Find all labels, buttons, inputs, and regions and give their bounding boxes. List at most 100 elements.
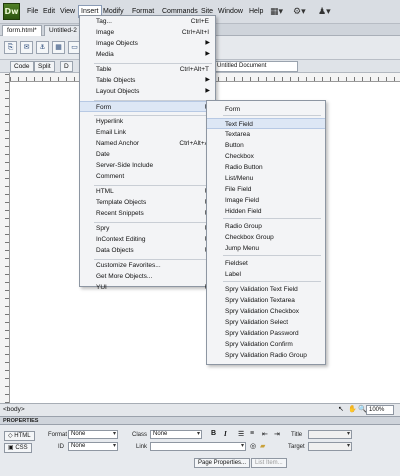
form-menu-item-button[interactable]: Button: [207, 140, 325, 151]
form-menu-item-file-field[interactable]: File Field: [207, 184, 325, 195]
document-title-input[interactable]: Untitled Document: [214, 61, 298, 72]
insert-menu-item-email-link[interactable]: Email Link: [80, 127, 215, 138]
insert-menu-item-layout-objects[interactable]: Layout Objects ▶: [80, 86, 215, 97]
insert-table-icon[interactable]: ▦: [52, 41, 65, 54]
form-menu-item-spry-validation-confirm[interactable]: Spry Validation Confirm: [207, 339, 325, 350]
insert-hyperlink-icon[interactable]: ⎘: [4, 41, 17, 54]
design-view-button[interactable]: D: [60, 61, 73, 72]
insert-menu-item-recent-snippets[interactable]: Recent Snippets▶: [80, 208, 215, 219]
form-menu-item-radio-button[interactable]: Radio Button: [207, 162, 325, 173]
layout-icon[interactable]: ▦▾: [270, 6, 283, 16]
tab-form-html[interactable]: form.html*: [2, 25, 42, 36]
menu-edit[interactable]: Edit: [43, 7, 55, 16]
insert-menu-item-yui[interactable]: YUI▶: [80, 282, 215, 293]
point-to-file-icon[interactable]: ◎: [250, 442, 256, 450]
ordered-list-icon[interactable]: ≡: [250, 430, 254, 437]
extend-icon[interactable]: ⚙▾: [293, 6, 306, 16]
form-menu-item-jump-menu[interactable]: Jump Menu: [207, 243, 325, 254]
class-select[interactable]: None: [150, 430, 202, 439]
insert-menu-item-server-side-include[interactable]: Server-Side Include: [80, 160, 215, 171]
code-view-button[interactable]: Code: [10, 61, 34, 72]
list-item-button[interactable]: List Item...: [251, 458, 287, 468]
menu-item-label: Named Anchor: [96, 140, 139, 147]
zoom-select[interactable]: 100%: [366, 405, 394, 415]
tab-untitled-2[interactable]: Untitled-2: [44, 25, 82, 36]
user-icon[interactable]: ♟▾: [318, 6, 331, 16]
browse-folder-icon[interactable]: ▰: [260, 442, 265, 450]
insert-menu-item-table[interactable]: Table Ctrl+Alt+T: [80, 64, 215, 75]
bold-button[interactable]: B: [211, 430, 216, 437]
insert-menu-item-table-objects[interactable]: Table Objects ▶: [80, 75, 215, 86]
menu-separator: [223, 115, 321, 116]
status-bar: <body> ↖ ✋ 🔍 100%: [0, 403, 400, 416]
menu-window[interactable]: Window: [218, 7, 243, 16]
app-logo: Dw: [3, 3, 20, 20]
id-label: ID: [58, 444, 64, 450]
form-menu-item-spry-validation-text-field[interactable]: Spry Validation Text Field: [207, 284, 325, 295]
form-menu-item-form[interactable]: Form: [207, 104, 325, 115]
link-input[interactable]: [150, 442, 246, 451]
form-menu-item-spry-validation-checkbox[interactable]: Spry Validation Checkbox: [207, 306, 325, 317]
html-mode-label: HTML: [14, 433, 31, 439]
menu-file[interactable]: File: [27, 7, 38, 16]
menu-item-label: Comment: [96, 173, 125, 180]
insert-menu-item-tag[interactable]: Tag... Ctrl+E: [80, 16, 215, 27]
insert-menu-item-incontext-editing[interactable]: InContext Editing▶: [80, 234, 215, 245]
insert-menu-item-data-objects[interactable]: Data Objects▶: [80, 245, 215, 256]
outdent-icon[interactable]: ⇤: [262, 430, 268, 438]
menu-item-label: Email Link: [96, 129, 126, 136]
form-menu-item-fieldset[interactable]: Fieldset: [207, 258, 325, 269]
title-input[interactable]: [308, 430, 352, 439]
target-select[interactable]: [308, 442, 352, 451]
form-menu-item-spry-validation-select[interactable]: Spry Validation Select: [207, 317, 325, 328]
insert-menu-item-named-anchor[interactable]: Named Anchor Ctrl+Alt+A: [80, 138, 215, 149]
page-properties-button[interactable]: Page Properties...: [194, 458, 251, 468]
properties-panel-title[interactable]: PROPERTIES: [0, 416, 400, 425]
unordered-list-icon[interactable]: ☰: [238, 430, 244, 438]
indent-icon[interactable]: ⇥: [274, 430, 280, 438]
submenu-arrow-icon: ▶: [205, 77, 210, 83]
form-menu-item-hidden-field[interactable]: Hidden Field: [207, 206, 325, 217]
form-menu-item-radio-group[interactable]: Radio Group: [207, 221, 325, 232]
submenu-arrow-icon: ▶: [205, 88, 210, 94]
hand-tool-icon[interactable]: ✋: [348, 405, 357, 413]
tag-selector[interactable]: <body>: [3, 406, 25, 413]
form-menu-item-spry-validation-password[interactable]: Spry Validation Password: [207, 328, 325, 339]
insert-email-icon[interactable]: ✉: [20, 41, 33, 54]
form-menu-item-checkbox-group[interactable]: Checkbox Group: [207, 232, 325, 243]
insert-menu-item-html[interactable]: HTML▶: [80, 186, 215, 197]
insert-menu-item-form[interactable]: Form▶: [80, 101, 215, 112]
select-tool-icon[interactable]: ↖: [338, 405, 344, 413]
insert-anchor-icon[interactable]: ⚓: [36, 41, 49, 54]
insert-menu-item-customize-favorites[interactable]: Customize Favorites...: [80, 260, 215, 271]
format-label: Format: [48, 432, 68, 438]
form-menu-item-spry-validation-radio-group[interactable]: Spry Validation Radio Group: [207, 350, 325, 361]
insert-menu-item-spry[interactable]: Spry▶: [80, 223, 215, 234]
form-menu-item-text-field[interactable]: Text Field: [207, 118, 325, 129]
form-menu-item-image-field[interactable]: Image Field: [207, 195, 325, 206]
insert-menu-item-template-objects[interactable]: Template Objects▶: [80, 197, 215, 208]
insert-menu-item-media[interactable]: Media ▶: [80, 49, 215, 60]
format-select[interactable]: None: [68, 430, 118, 439]
insert-menu-item-get-more-objects[interactable]: Get More Objects...: [80, 271, 215, 282]
form-menu-item-spry-validation-textarea[interactable]: Spry Validation Textarea: [207, 295, 325, 306]
insert-menu-item-hyperlink[interactable]: Hyperlink: [80, 116, 215, 127]
insert-menu-item-date[interactable]: Date: [80, 149, 215, 160]
split-view-button[interactable]: Split: [34, 61, 55, 72]
insert-menu-item-image-objects[interactable]: Image Objects ▶: [80, 38, 215, 49]
menu-view[interactable]: View: [60, 7, 75, 16]
css-mode-button[interactable]: ▣ CSS: [4, 443, 32, 453]
menu-help[interactable]: Help: [249, 7, 263, 16]
insert-menu-item-image[interactable]: Image Ctrl+Alt+I: [80, 27, 215, 38]
id-select[interactable]: None: [68, 442, 118, 451]
form-menu-item-textarea[interactable]: Textarea: [207, 129, 325, 140]
menu-separator: [223, 255, 321, 256]
insert-menu-item-comment[interactable]: Comment: [80, 171, 215, 182]
form-menu-item-list-menu[interactable]: List/Menu: [207, 173, 325, 184]
css-mode-label: CSS: [15, 445, 28, 451]
form-menu-item-label[interactable]: Label: [207, 269, 325, 280]
menu-item-label: Hyperlink: [96, 118, 124, 125]
italic-button[interactable]: I: [224, 430, 227, 438]
html-mode-button[interactable]: ◇ HTML: [4, 431, 35, 441]
form-menu-item-checkbox[interactable]: Checkbox: [207, 151, 325, 162]
